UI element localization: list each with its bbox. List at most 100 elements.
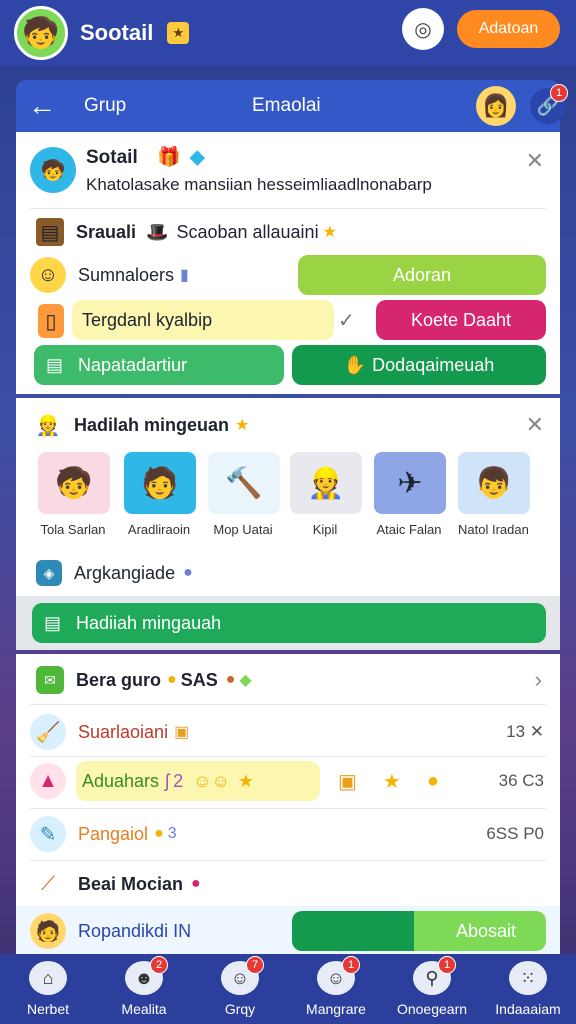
bottom-navigation: ⌂ Nerbet ☻ 2 Mealita ☺ 7 Grqy ☺ 1 Mangrare ⚲ 1 Onoege…	[0, 954, 576, 1024]
person-avatar: 🧑	[30, 913, 66, 949]
divider	[30, 756, 546, 757]
profile-message: Khatolasake mansiian hesseimliaadlnonaba…	[86, 175, 432, 194]
row-6-button[interactable]: Abosait	[292, 911, 546, 951]
list-row-1[interactable]: ✉ Bera guro ● SAS ● ◆ ›	[16, 660, 560, 700]
divider	[30, 860, 546, 861]
list-row-4[interactable]: ✎ Pangaiol ● 3 6SS P0	[16, 812, 560, 856]
leaf-icon: ◆	[239, 672, 252, 689]
chevron-right-icon: ›	[534, 667, 542, 692]
nav-label: Mangrare	[306, 1001, 366, 1017]
cookie-icon: ●	[225, 671, 236, 688]
user-avatar[interactable]: 🧒	[14, 6, 68, 60]
back-arrow-icon[interactable]: ←	[28, 90, 62, 122]
notebook-icon: ▤	[44, 612, 62, 633]
camera-button[interactable]: ◎	[402, 8, 444, 50]
player-avatar-icon: 🧑	[124, 452, 196, 514]
item-detail: Scaoban allauaini	[176, 221, 319, 242]
profile-avatar[interactable]: 🧒	[30, 147, 76, 193]
weekly-title: Hadilah mingeuan	[74, 414, 230, 435]
right-action-label: Dodaqaimeuah	[372, 354, 495, 375]
star-icon: ★	[237, 770, 254, 791]
smiley-icon: ☺☺	[193, 770, 230, 791]
close-icon[interactable]: ✕	[526, 148, 544, 174]
badge-icon: ★	[167, 22, 190, 44]
nav-label: Mealita	[121, 1001, 167, 1017]
worker-avatar-icon: 👷	[290, 452, 362, 514]
claim-label: Hadiiah mingauah	[76, 612, 222, 633]
row-3-value: 36 C3	[498, 771, 544, 790]
divider	[30, 208, 546, 209]
coin-icon: ●	[167, 671, 177, 688]
link-button[interactable]: 🔗 1	[530, 84, 568, 124]
star-icon: ★	[382, 770, 401, 793]
reward-label: Aradliraoin	[127, 522, 191, 537]
notification-badge: 1	[342, 956, 360, 974]
reward-label: Natol Iradan	[458, 522, 529, 537]
notification-badge: 1	[438, 956, 456, 974]
nav-label: Indaaaiam	[495, 1001, 561, 1017]
broom-icon: 🧹	[30, 714, 66, 750]
verified-icon: ◆	[189, 147, 205, 168]
nav-item-grqy[interactable]: ☺ 7 Grqy	[192, 954, 288, 1024]
tab-grup[interactable]: Grup	[84, 95, 126, 117]
profile-row: 🧒 Sotail 🎁 ◆ Khatolasake mansiian hessei…	[16, 144, 560, 196]
kid-avatar-icon: 👦	[458, 452, 530, 514]
hammer-icon: 🔨	[208, 452, 280, 514]
bat-icon: ⟋	[41, 872, 55, 895]
chat-icon: ✉	[36, 666, 64, 694]
summary-button[interactable]: Adoran	[298, 255, 546, 295]
coin-icon: ●	[154, 825, 164, 842]
reward-item[interactable]: ✈ Ataic Falan	[374, 452, 446, 537]
list-row-2[interactable]: 🧹 Suarlaoiani ▣ 13 ✕	[16, 710, 560, 754]
row-3-suffix: 2	[173, 770, 184, 791]
reward-item[interactable]: 🧒 Tola Sarlan	[38, 452, 110, 537]
tools-icon: ✎	[30, 816, 66, 852]
worker-icon: 👷	[35, 414, 61, 437]
primary-action-button[interactable]: Adatoan	[457, 10, 560, 48]
screen-header: ← Grup Emaolai 👩 🔗 1	[16, 80, 568, 132]
left-action-button[interactable]: ▤ Napatadartiur	[34, 345, 284, 385]
reward-item[interactable]: 👦 Natol Iradan	[458, 452, 530, 537]
close-icon[interactable]: ✕	[526, 412, 544, 438]
box-icon: ▣	[174, 724, 190, 741]
submit-button[interactable]: Koete Daaht	[376, 300, 546, 340]
camera-icon: ◎	[414, 18, 432, 41]
check-icon[interactable]: ✓	[338, 308, 355, 333]
reward-label: Tola Sarlan	[40, 522, 106, 537]
row-1-value: SAS	[180, 669, 218, 690]
list-row-5[interactable]: ⟋ Beai Mocian ●	[16, 864, 560, 904]
phone-icon: ▯	[38, 304, 64, 338]
home-icon: ⌂	[29, 961, 67, 995]
nav-item-indaaaiam[interactable]: ⁙ Indaaaiam	[480, 954, 576, 1024]
item-row: ▤ Srauali 🎩 Scaoban allauaini ★	[16, 212, 560, 252]
text-input-field[interactable]: Tergdanl kyalbip	[72, 300, 334, 340]
nav-item-mealita[interactable]: ☻ 2 Mealita	[96, 954, 192, 1024]
nav-item-mangrare[interactable]: ☺ 1 Mangrare	[288, 954, 384, 1024]
dot-icon: ●	[191, 875, 201, 892]
row-3-field: Aduahars ʃ 2 ☺☺ ★	[76, 761, 320, 801]
star-icon: ★	[322, 224, 337, 241]
reward-item[interactable]: 🔨 Mop Uatai	[208, 452, 280, 537]
boy-avatar-icon: 🧒	[38, 452, 110, 514]
row-3-label: Aduahars	[82, 770, 160, 791]
cap-icon: 🎩	[146, 221, 169, 242]
list-row-3[interactable]: ▲ Aduahars ʃ 2 ☺☺ ★ ▣ ★ ● 36 C3	[16, 758, 560, 804]
nav-label: Nerbet	[26, 1001, 70, 1017]
claim-weekly-button[interactable]: ▤ Hadiiah mingauah	[32, 603, 546, 643]
app-title: Sootail	[80, 20, 154, 45]
category-label: Argkangiade	[74, 562, 176, 583]
rocket-icon: ▲	[30, 763, 66, 799]
nav-label: Grqy	[224, 1001, 256, 1017]
nav-item-onoegearn[interactable]: ⚲ 1 Onoegearn	[384, 954, 480, 1024]
nav-item-nerbet[interactable]: ⌂ Nerbet	[0, 954, 96, 1024]
star-icon: ★	[235, 417, 250, 434]
reward-item[interactable]: 👷 Kipil	[290, 452, 362, 537]
row-2-value: 13 ✕	[506, 722, 544, 741]
friend-avatar[interactable]: 👩	[476, 86, 516, 126]
reward-item[interactable]: 🧑 Aradliraoin	[124, 452, 196, 537]
map-icon: ◈	[36, 560, 62, 586]
reward-label: Ataic Falan	[376, 522, 442, 537]
right-action-button[interactable]: ✋ Dodaqaimeuah	[292, 345, 546, 385]
book-icon: ▤	[36, 218, 64, 246]
row-4-value: 6SS P0	[486, 824, 544, 843]
